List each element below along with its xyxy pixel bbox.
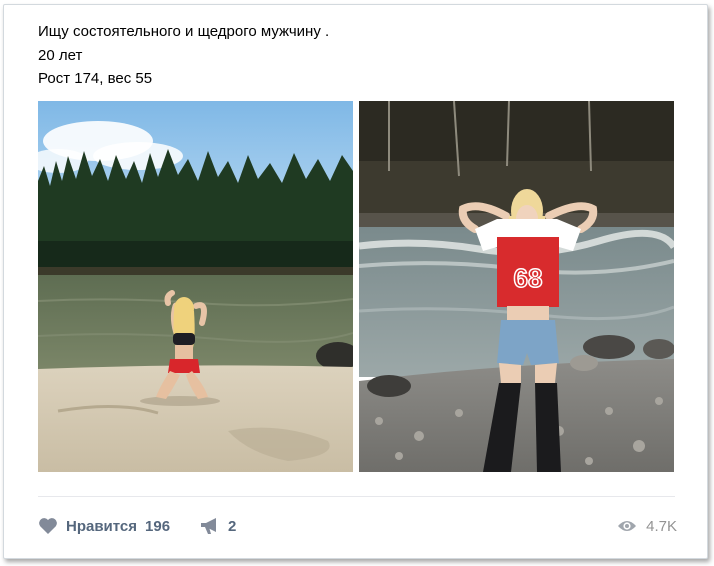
post-photo-1[interactable] xyxy=(38,101,353,472)
divider xyxy=(38,496,675,497)
post-text-line-1: Ищу состоятельного и щедрого мужчину . xyxy=(38,23,330,40)
post-text-line-2: 20 лет xyxy=(38,47,83,64)
post-card: Ищу состоятельного и щедрого мужчину . 2… xyxy=(3,4,708,559)
like-label: Нравится xyxy=(66,517,138,535)
like-count: 196 xyxy=(145,517,171,535)
eye-icon xyxy=(617,519,637,533)
megaphone-icon xyxy=(200,517,220,535)
like-button[interactable]: Нравится 196 xyxy=(38,515,170,537)
svg-text:68: 68 xyxy=(514,263,543,293)
views-counter: 4.7K xyxy=(617,515,677,537)
views-count: 4.7K xyxy=(646,517,677,535)
share-count: 2 xyxy=(228,517,237,535)
heart-icon xyxy=(38,517,58,535)
post-text-line-3: Рост 174, вес 55 xyxy=(38,70,153,87)
post-photo-2[interactable]: 68 xyxy=(359,101,674,472)
share-button[interactable]: 2 xyxy=(200,515,236,537)
